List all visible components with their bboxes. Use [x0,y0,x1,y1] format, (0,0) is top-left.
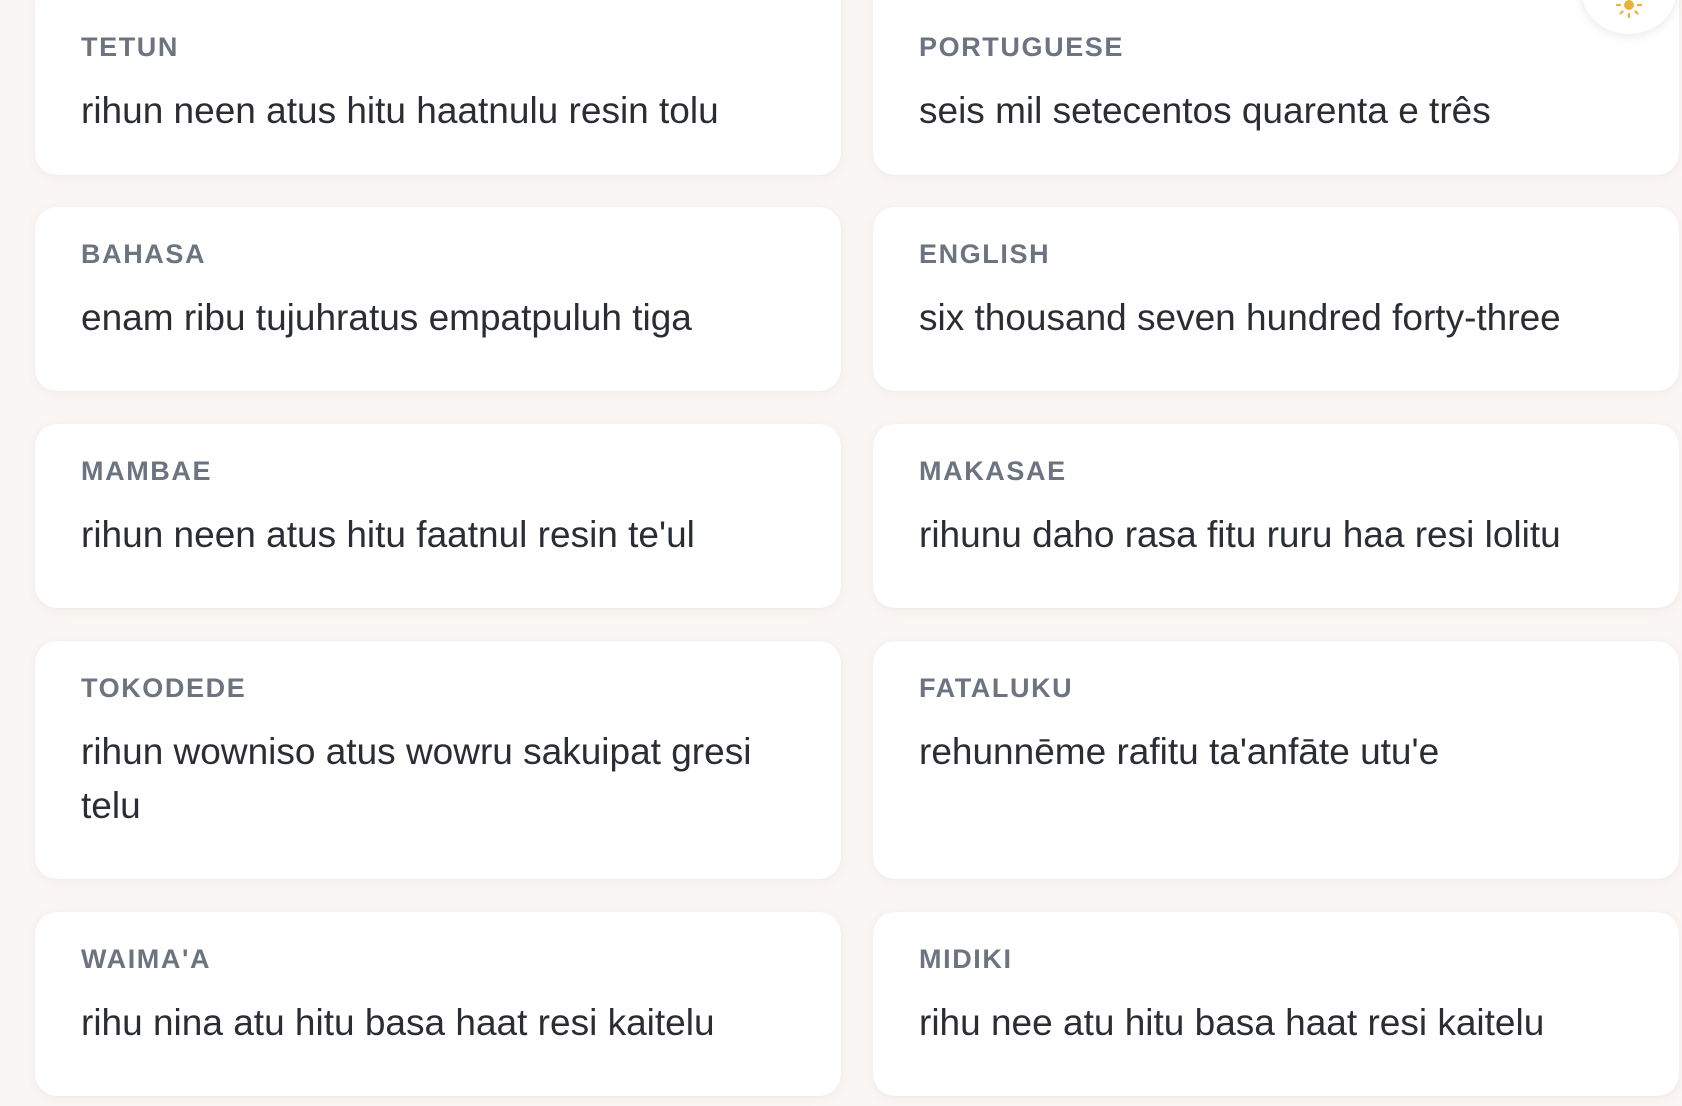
translation-text: rihun wowniso atus wowru sakuipat gresi … [81,731,752,826]
card-waimaa: WAIMA'A rihu nina atu hitu basa haat res… [35,912,841,1096]
language-label: MAMBAE [81,456,213,486]
language-label: PORTUGUESE [919,32,1125,62]
translation-text: rihun neen atus hitu faatnul resin te'ul [81,514,695,555]
card-english: ENGLISH six thousand seven hundred forty… [873,207,1679,391]
card-tokodede: TOKODEDE rihun wowniso atus wowru sakuip… [35,641,841,879]
translation-text: rehunnēme rafitu ta'anfāte utu'e [919,731,1440,772]
card-makasae: MAKASAE rihunu daho rasa fitu ruru haa r… [873,424,1679,608]
language-label: WAIMA'A [81,944,212,974]
card-mambae: MAMBAE rihun neen atus hitu faatnul resi… [35,424,841,608]
card-midiki: MIDIKI rihu nee atu hitu basa haat resi … [873,912,1679,1096]
language-label: ENGLISH [919,239,1051,269]
translation-text: rihu nina atu hitu basa haat resi kaitel… [81,1002,715,1043]
language-label: MAKASAE [919,456,1067,486]
translation-text: rihun neen atus hitu haatnulu resin tolu [81,90,719,131]
card-bahasa: BAHASA enam ribu tujuhratus empatpuluh t… [35,207,841,391]
language-label: TETUN [81,32,179,62]
translation-text: enam ribu tujuhratus empatpuluh tiga [81,297,692,338]
language-label: BAHASA [81,239,207,269]
language-label: TOKODEDE [81,673,247,703]
translation-text: six thousand seven hundred forty-three [919,297,1561,338]
language-label: FATALUKU [919,673,1074,703]
card-tetun: TETUN rihun neen atus hitu haatnulu resi… [35,0,841,175]
translation-text: seis mil setecentos quarenta e três [919,90,1491,131]
translation-text: rihu nee atu hitu basa haat resi kaitelu [919,1002,1545,1043]
translation-text: rihunu daho rasa fitu ruru haa resi loli… [919,514,1561,555]
card-portuguese: PORTUGUESE seis mil setecentos quarenta … [873,0,1679,175]
language-label: MIDIKI [919,944,1013,974]
sun-icon [1616,0,1642,18]
card-fataluku: FATALUKU rehunnēme rafitu ta'anfāte utu'… [873,641,1679,879]
